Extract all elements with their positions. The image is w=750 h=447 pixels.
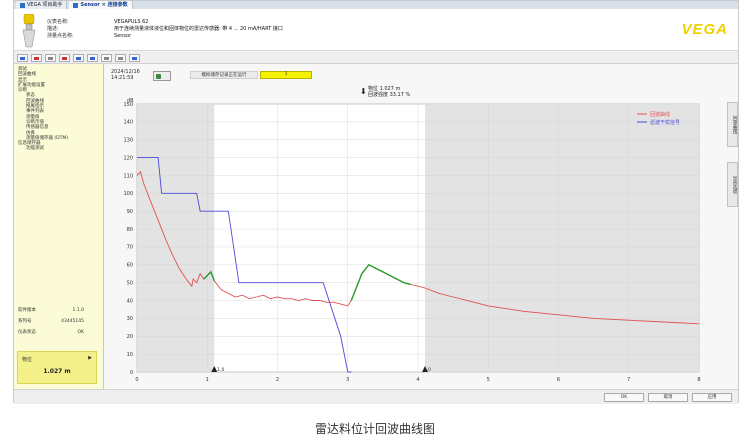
- tab-bar: VEGA 项目助手 Sensor × 连接参数: [14, 1, 738, 9]
- x-tick-label: 4: [416, 377, 419, 383]
- x-tick-label: 3: [346, 377, 349, 383]
- tree-item[interactable]: 功能测试: [18, 146, 68, 151]
- description-value: 用于连续测量液体液位和固体物位的雷达传感器: 带 4 ... 20 mA/HAR…: [114, 26, 283, 32]
- sensor-icon: [73, 2, 79, 8]
- x-tick-label: 5: [487, 377, 490, 383]
- toolbar: [14, 52, 738, 64]
- side-tab-bar: 回波曲线 显示选项: [727, 102, 738, 402]
- x-tick-label: 2: [276, 377, 279, 383]
- ok-button[interactable]: OK: [604, 393, 644, 402]
- device-button[interactable]: [31, 53, 42, 62]
- y-tick-label: 70: [127, 245, 133, 251]
- x-tick-label: 8: [697, 377, 700, 383]
- legend-label: 回波曲线: [650, 111, 670, 118]
- side-tab-display[interactable]: 显示选项: [727, 162, 738, 207]
- tab-label: VEGA 项目助手: [27, 2, 63, 8]
- header-labels: 仪表名称: 描述: 测量点名称:: [47, 19, 74, 40]
- shaded-region: [425, 104, 699, 372]
- device-info: 软件版本 1.1.0 系列号 43445145 仪表状态 OK: [18, 305, 102, 338]
- tab-label: Sensor × 连接参数: [80, 2, 128, 8]
- y-tick-label: 40: [127, 298, 133, 304]
- measurement-point-label: 测量点名称:: [47, 33, 74, 39]
- y-tick-label: 120: [123, 155, 133, 161]
- x-tick-label: 1: [206, 377, 209, 383]
- sensor-image: [22, 14, 36, 48]
- dialog-footer: OK 取消 应用: [14, 389, 738, 404]
- marker-label: 1.0: [217, 367, 224, 373]
- y-tick-label: 90: [127, 209, 133, 215]
- upload-button[interactable]: [87, 53, 98, 62]
- info-value: 1.1.0: [72, 308, 84, 313]
- shaded-region: [137, 104, 215, 372]
- tab-sensor-parameters[interactable]: Sensor × 连接参数: [69, 1, 133, 9]
- echo-curve-chart: 01020304050607080901001101201301401500 1 2…: [123, 98, 700, 383]
- info-value: 43445145: [61, 319, 84, 324]
- device-name-label: 仪表名称:: [47, 19, 69, 25]
- y-axis-label: dB: [127, 98, 134, 104]
- y-tick-label: 60: [127, 263, 133, 269]
- x-tick-label: 7: [627, 377, 630, 383]
- expand-arrow-icon[interactable]: ▶: [88, 355, 92, 361]
- project-icon: [20, 2, 25, 8]
- help-button[interactable]: [129, 53, 140, 62]
- y-tick-label: 110: [123, 173, 133, 179]
- status-text: 模拟储存记录正在运行: [190, 71, 258, 79]
- device-header: 仪表名称: 描述: 测量点名称: VEGAPULS 62 用于连续测量液体液位和…: [14, 9, 738, 51]
- connect-button[interactable]: [73, 53, 84, 62]
- panel-topbar: 2024/12/16 14:21:59 模拟储存记录正在运行 1: [105, 66, 738, 84]
- info-row: 仪表状态 OK: [18, 327, 102, 338]
- device-name-value: VEGAPULS 62: [114, 19, 149, 25]
- menu-tree: 调试 回波曲线 显示 扩展功能设置 诊断 状态 回波曲线 拖尾指示 事件列表 测…: [18, 67, 68, 152]
- x-tick-label: 6: [557, 377, 560, 383]
- view-button[interactable]: [17, 53, 28, 62]
- y-tick-label: 0: [130, 370, 133, 376]
- record-button[interactable]: [59, 53, 70, 62]
- info-label: 软件版本: [18, 308, 36, 313]
- measurement-point-value: Sensor: [114, 33, 132, 39]
- tab-project-assistant[interactable]: VEGA 项目助手: [16, 1, 68, 9]
- time-text: 14:21:59: [111, 75, 134, 81]
- vega-logo: VEGA: [681, 21, 728, 38]
- header-values: VEGAPULS 62 用于连续测量液体液位和固体物位的雷达传感器: 带 4 .…: [114, 19, 283, 40]
- description-label: 描述:: [47, 26, 59, 32]
- tools-button[interactable]: [45, 53, 56, 62]
- y-tick-label: 140: [123, 120, 133, 126]
- info-value: OK: [77, 330, 85, 335]
- measurement-label: 物位: [22, 357, 33, 363]
- cancel-button[interactable]: 取消: [648, 393, 688, 402]
- y-tick-label: 130: [123, 138, 133, 144]
- figure-caption: 雷达料位计回波曲线图: [314, 422, 435, 436]
- measurement-value: 1.027 m: [43, 368, 71, 375]
- marker-label: 0: [428, 367, 431, 373]
- info-label: 仪表状态: [18, 330, 36, 335]
- navigation-sidebar: 调试 回波曲线 显示 扩展功能设置 诊断 状态 回波曲线 拖尾指示 事件列表 测…: [14, 64, 104, 404]
- app-window: VEGA 项目助手 Sensor × 连接参数 仪表名称: 描述: 测量点名称:…: [13, 0, 739, 404]
- measurement-box[interactable]: 物位 ▶ 1.027 m: [17, 351, 97, 384]
- download-button[interactable]: [101, 53, 112, 62]
- info-row: 软件版本 1.1.0: [18, 305, 102, 316]
- y-tick-label: 20: [127, 334, 133, 340]
- y-tick-label: 100: [123, 191, 133, 197]
- y-tick-label: 10: [127, 352, 133, 358]
- timestamp: 2024/12/16 14:21:59: [111, 69, 140, 81]
- print-button[interactable]: [115, 53, 126, 62]
- y-tick-label: 50: [127, 280, 133, 286]
- echo-curve-panel: 2024/12/16 14:21:59 模拟储存记录正在运行 1 ⬇ 物位 1.…: [105, 64, 738, 404]
- info-label: 系列号: [18, 319, 32, 324]
- y-tick-label: 80: [127, 227, 133, 233]
- x-tick-label: 0: [135, 377, 138, 383]
- info-row: 系列号 43445145: [18, 316, 102, 327]
- apply-button[interactable]: 应用: [692, 393, 732, 402]
- status-indicator: 1: [260, 71, 312, 79]
- refresh-button[interactable]: [153, 71, 171, 81]
- y-tick-label: 30: [127, 316, 133, 322]
- side-tab-echo[interactable]: 回波曲线: [727, 102, 738, 147]
- legend-label: 滤波干扰信号: [650, 119, 680, 126]
